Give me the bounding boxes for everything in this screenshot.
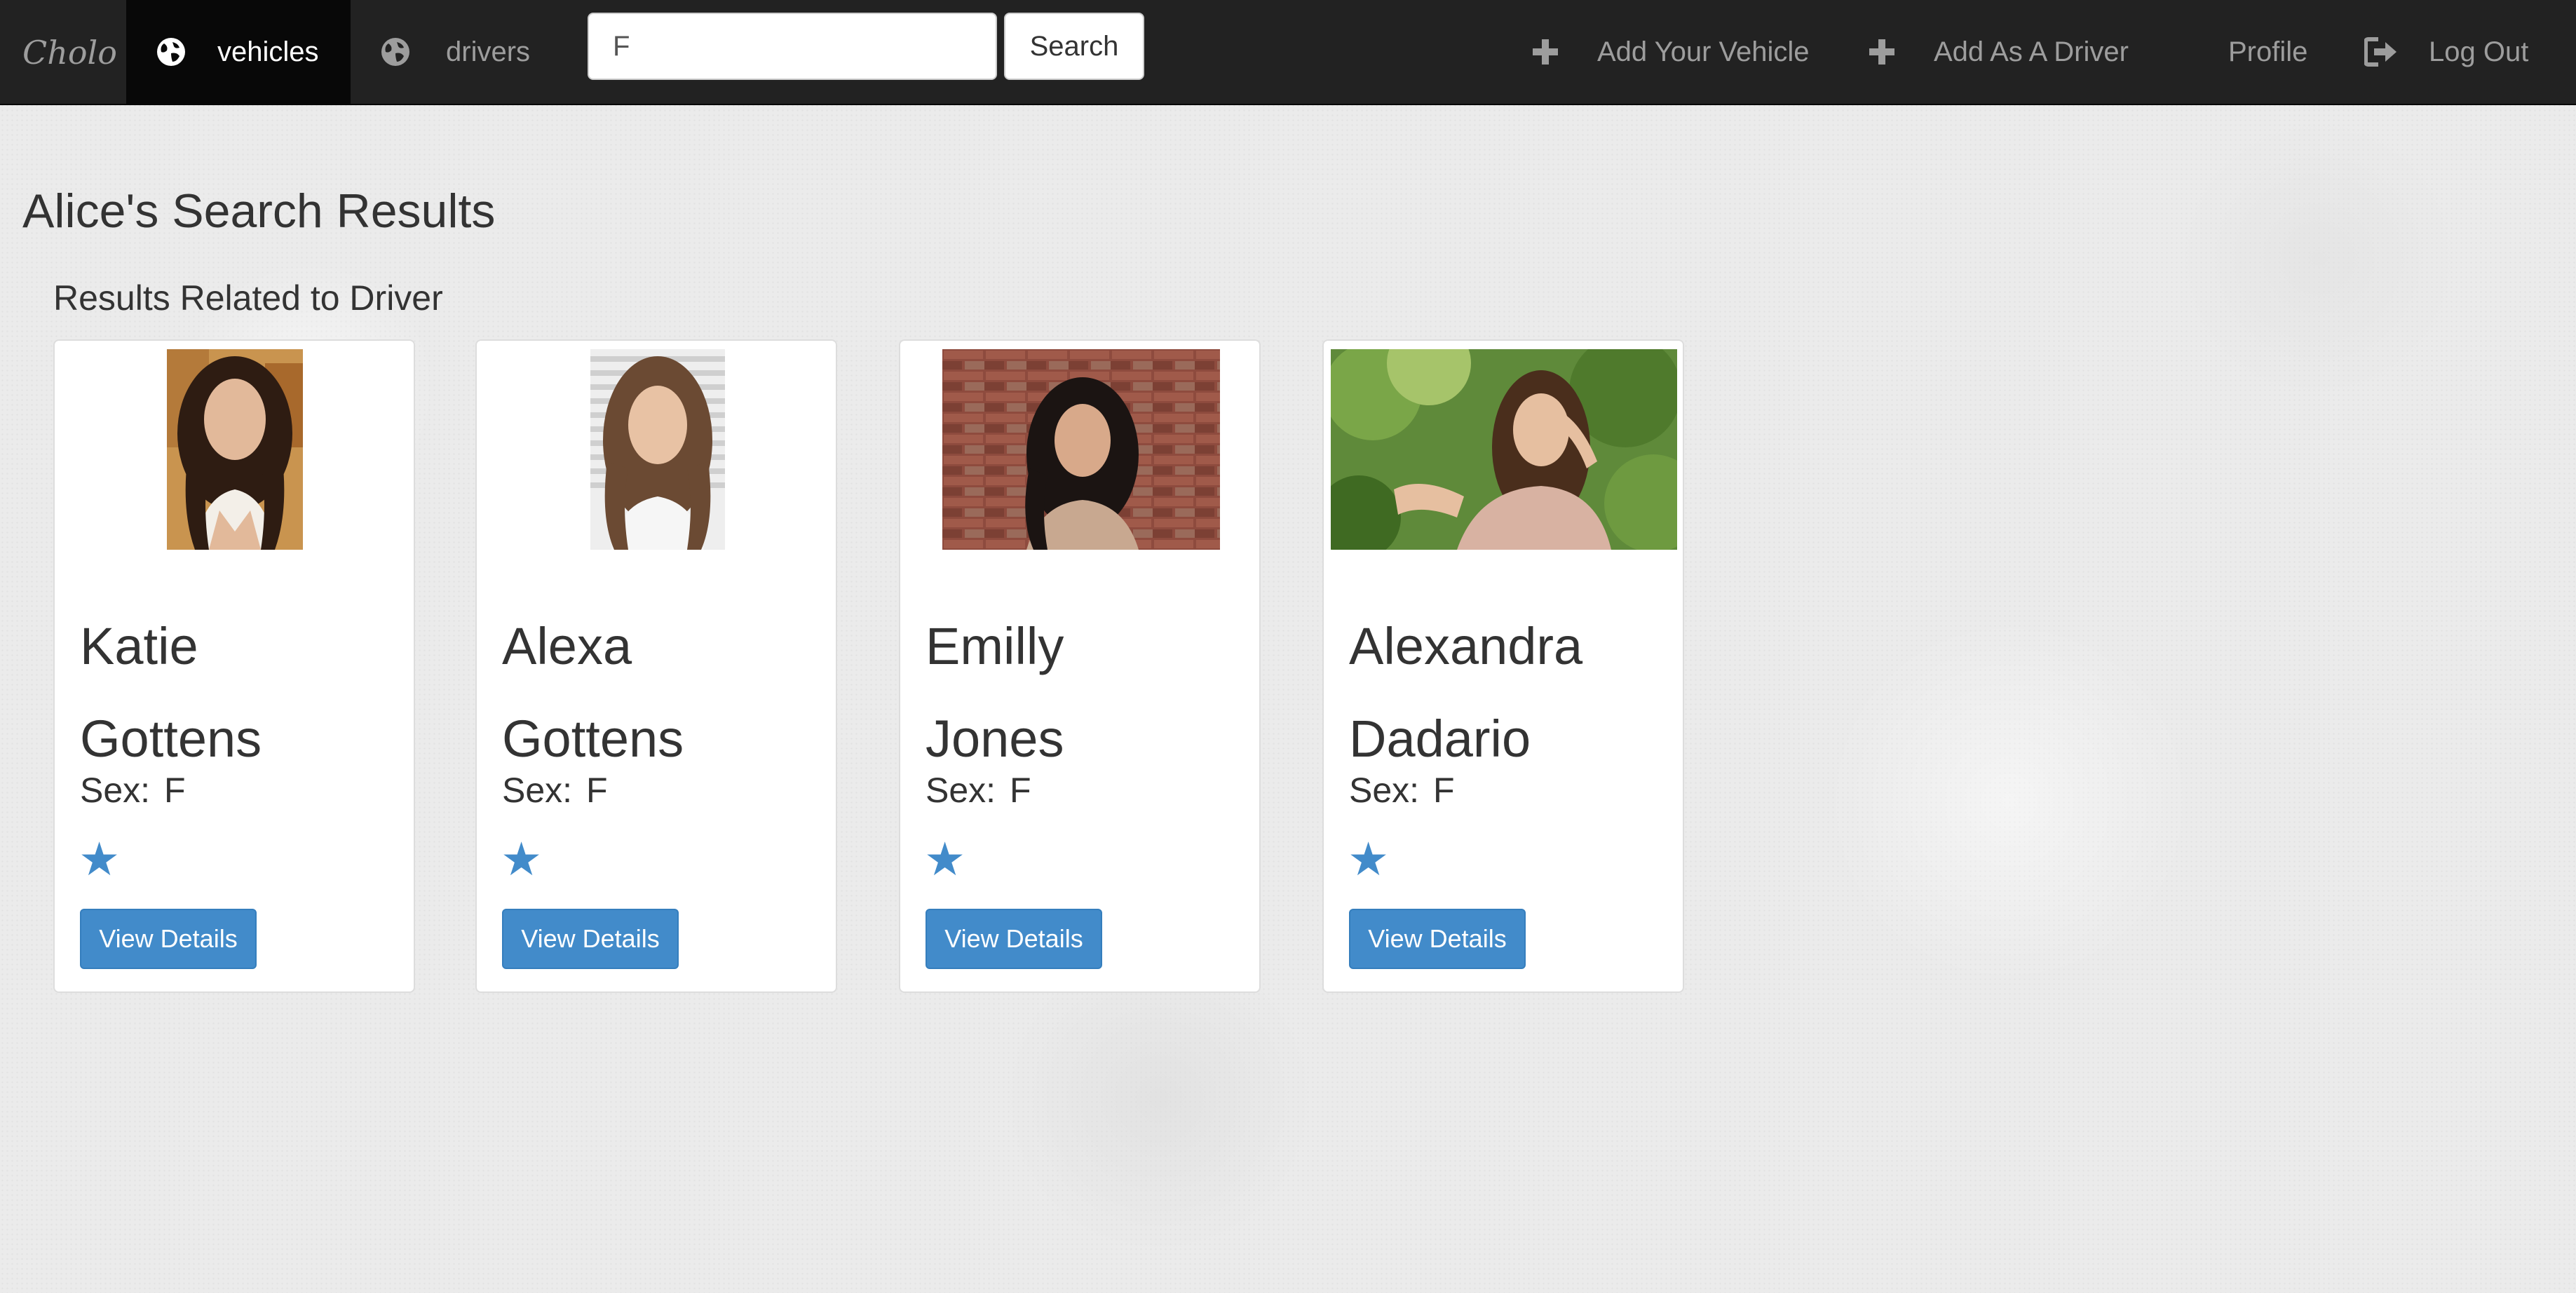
driver-sex: Sex: F [80,770,186,811]
star-icon: ★ [924,833,966,885]
nav-vehicles[interactable]: vehicles [126,0,351,104]
driver-sex: Sex: F [1349,770,1455,811]
brand-logo[interactable]: Cholo [22,21,117,84]
view-details-button[interactable]: View Details [1349,909,1526,969]
driver-last-name: Jones [926,710,1064,768]
driver-photo [167,349,303,550]
driver-last-name: Gottens [80,710,262,768]
top-navbar: Cholo vehicles drivers Search [0,0,2576,105]
driver-card: Katie Gottens Sex: F ★ View Details [53,339,415,993]
globe-icon [156,36,187,67]
view-details-button[interactable]: View Details [502,909,679,969]
sex-label: Sex: [1349,771,1420,810]
driver-sex: Sex: F [502,770,608,811]
sex-value: F [1432,771,1455,810]
star-icon: ★ [1348,833,1390,885]
driver-sex: Sex: F [926,770,1031,811]
driver-name: Katie Gottens [80,600,402,785]
sex-value: F [585,771,608,810]
driver-first-name: Emilly [926,617,1064,675]
sex-value: F [1009,771,1031,810]
plus-icon [1530,36,1561,67]
driver-card: Emilly Jones Sex: F ★ View Details [899,339,1261,993]
driver-last-name: Gottens [502,710,684,768]
driver-name: Alexa Gottens [502,600,825,785]
nav-vehicles-label: vehicles [217,36,319,67]
logout-label: Log Out [2429,36,2529,67]
driver-first-name: Katie [80,617,198,675]
driver-last-name: Dadario [1349,710,1531,768]
search-input[interactable] [588,13,997,80]
log-out-icon [2364,35,2398,69]
star-icon: ★ [79,833,121,885]
nav-profile[interactable]: Profile [2228,0,2307,104]
driver-name: Alexandra Dadario [1349,600,1672,785]
page-title: Alice's Search Results [22,184,496,238]
driver-card: Alexa Gottens Sex: F ★ View Details [475,339,837,993]
nav-drivers[interactable]: drivers [351,0,554,104]
view-details-button[interactable]: View Details [80,909,257,969]
nav-add-vehicle[interactable]: Add Your Vehicle [1530,0,1809,104]
sex-value: F [163,771,186,810]
section-title: Results Related to Driver [53,278,443,318]
profile-label: Profile [2228,36,2308,67]
add-driver-label: Add As A Driver [1934,36,2129,67]
star-icon: ★ [501,833,543,885]
nav-add-driver[interactable]: Add As A Driver [1866,0,2129,104]
driver-first-name: Alexandra [1349,617,1583,675]
driver-photo [1331,349,1677,550]
search-button[interactable]: Search [1004,13,1144,80]
nav-drivers-label: drivers [446,36,531,67]
sex-label: Sex: [502,771,573,810]
sex-label: Sex: [80,771,151,810]
driver-photo [942,349,1220,550]
driver-photo [590,349,725,550]
globe-icon [380,36,411,67]
sex-label: Sex: [926,771,996,810]
driver-first-name: Alexa [502,617,632,675]
plus-icon [1866,36,1897,67]
nav-logout[interactable]: Log Out [2364,0,2528,104]
driver-name: Emilly Jones [926,600,1248,785]
add-vehicle-label: Add Your Vehicle [1597,36,1810,67]
driver-card: Alexandra Dadario Sex: F ★ View Details [1322,339,1684,993]
view-details-button[interactable]: View Details [926,909,1102,969]
